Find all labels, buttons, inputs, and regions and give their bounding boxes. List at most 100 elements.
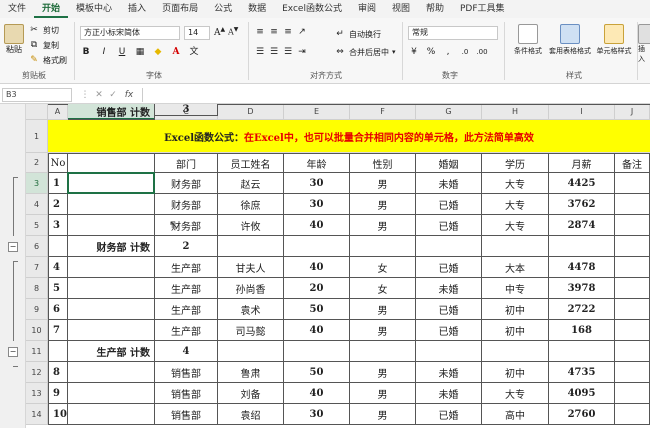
row-header[interactable]: 4	[26, 194, 48, 215]
table-cell[interactable]: 财务部	[155, 215, 218, 236]
table-cell[interactable]: 销售部	[155, 383, 218, 404]
table-cell[interactable]: 已婚	[416, 299, 482, 320]
wrap-text-button[interactable]: ↵ 自动换行	[334, 28, 381, 40]
table-cell[interactable]: 男	[350, 362, 416, 383]
subtotal-cell[interactable]	[549, 236, 615, 257]
table-cell[interactable]: 已婚	[416, 320, 482, 341]
cut-button[interactable]: ✂ 剪切	[28, 24, 59, 36]
table-header-cell[interactable]	[68, 153, 155, 173]
subtotal-cell[interactable]	[615, 236, 650, 257]
subtotal-cell[interactable]: 生产部 计数	[68, 341, 155, 362]
table-header-cell[interactable]: 学历	[482, 153, 549, 173]
table-cell[interactable]: 168	[549, 320, 615, 341]
table-cell[interactable]: 销售部	[155, 404, 218, 425]
subtotal-cell[interactable]	[218, 236, 284, 257]
subtotal-cell[interactable]	[48, 104, 68, 105]
table-cell[interactable]: 初中	[482, 320, 549, 341]
table-cell[interactable]: 大专	[482, 173, 549, 194]
table-cell[interactable]: 40	[284, 320, 350, 341]
table-cell[interactable]: 50	[284, 362, 350, 383]
table-cell[interactable]	[615, 194, 650, 215]
enter-icon[interactable]: ✓	[106, 90, 120, 100]
menu-item[interactable]: PDF工具集	[452, 0, 513, 18]
menu-item[interactable]: 视图	[384, 0, 418, 18]
menu-item[interactable]: 模板中心	[68, 0, 120, 18]
table-cell[interactable]: 4095	[549, 383, 615, 404]
thousands-button[interactable]: ,	[442, 46, 454, 58]
font-name-select[interactable]: 方正小标宋简体	[80, 26, 180, 40]
align-top-icon[interactable]: ≡	[254, 26, 266, 38]
row-header[interactable]: 9	[26, 299, 48, 320]
table-header-cell[interactable]: 婚姻	[416, 153, 482, 173]
indent-icon[interactable]: ⇥	[296, 46, 308, 58]
table-cell[interactable]	[615, 362, 650, 383]
table-cell[interactable]: 8	[48, 362, 68, 383]
font-size-select[interactable]: 14	[184, 26, 210, 40]
table-cell[interactable]	[68, 320, 155, 341]
table-cell[interactable]: 已婚	[416, 257, 482, 278]
table-cell[interactable]	[615, 257, 650, 278]
table-cell[interactable]: 4478	[549, 257, 615, 278]
subtotal-cell[interactable]: 2	[155, 236, 218, 257]
cancel-icon[interactable]: ✕	[92, 90, 106, 100]
table-cell[interactable]: 2722	[549, 299, 615, 320]
table-header-cell[interactable]: No	[48, 153, 68, 173]
column-header-j[interactable]: J	[615, 104, 650, 120]
subtotal-cell[interactable]	[482, 104, 549, 105]
table-cell[interactable]: 初中	[482, 362, 549, 383]
table-cell[interactable]: 30	[284, 404, 350, 425]
table-cell[interactable]: 男	[350, 215, 416, 236]
collapse-group-button[interactable]: −	[8, 241, 18, 252]
table-cell[interactable]: 男	[350, 194, 416, 215]
table-cell[interactable]: 许攸	[218, 215, 284, 236]
column-header-e[interactable]: E	[284, 104, 350, 120]
table-cell[interactable]: 生产部	[155, 278, 218, 299]
table-cell[interactable]	[615, 278, 650, 299]
subtotal-cell[interactable]	[284, 104, 350, 105]
table-cell[interactable]: 3	[48, 215, 68, 236]
subtotal-cell[interactable]	[284, 341, 350, 362]
row-header[interactable]: 8	[26, 278, 48, 299]
table-cell[interactable]: 1	[48, 173, 68, 194]
underline-button[interactable]: U	[116, 46, 128, 58]
table-cell[interactable]: 男	[350, 404, 416, 425]
table-cell[interactable]	[68, 299, 155, 320]
table-cell[interactable]: 大专	[482, 215, 549, 236]
align-left-icon[interactable]: ☰	[254, 46, 266, 58]
font-shrink-button[interactable]: A▼	[228, 26, 238, 37]
subtotal-cell[interactable]	[350, 104, 416, 105]
increase-decimal-button[interactable]: .0	[459, 46, 471, 58]
table-cell[interactable]: 孙尚香	[218, 278, 284, 299]
align-bottom-icon[interactable]: ≡	[282, 26, 294, 38]
subtotal-cell[interactable]	[48, 341, 68, 362]
row-header[interactable]: 12	[26, 362, 48, 383]
table-cell[interactable]	[68, 362, 155, 383]
menu-item[interactable]: 审阅	[350, 0, 384, 18]
subtotal-cell[interactable]	[416, 236, 482, 257]
table-cell[interactable]: 男	[350, 383, 416, 404]
table-cell[interactable]: 3978	[549, 278, 615, 299]
table-cell[interactable]: 生产部	[155, 299, 218, 320]
percent-button[interactable]: %	[425, 46, 437, 58]
table-cell[interactable]: 大专	[482, 383, 549, 404]
paste-button[interactable]: 粘贴	[4, 24, 24, 55]
table-cell[interactable]: 袁绍	[218, 404, 284, 425]
font-grow-button[interactable]: A▲	[214, 26, 225, 38]
column-header-h[interactable]: H	[482, 104, 549, 120]
collapse-group-button[interactable]: −	[8, 346, 18, 357]
table-cell[interactable]: 4735	[549, 362, 615, 383]
table-cell[interactable]: 未婚	[416, 383, 482, 404]
subtotal-cell[interactable]	[482, 236, 549, 257]
subtotal-cell[interactable]: 4	[155, 341, 218, 362]
column-header-a[interactable]: A	[48, 104, 68, 120]
subtotal-cell[interactable]: 销售部 计数	[68, 104, 155, 120]
table-cell[interactable]	[615, 173, 650, 194]
table-cell[interactable]	[68, 257, 155, 278]
table-cell[interactable]	[615, 383, 650, 404]
insert-cells-button[interactable]: 插入	[638, 24, 650, 64]
row-header[interactable]: 10	[26, 320, 48, 341]
table-cell[interactable]: 2	[48, 194, 68, 215]
merge-center-button[interactable]: ⇔ 合并后居中 ▾	[334, 46, 395, 58]
menu-item[interactable]: 公式	[206, 0, 240, 18]
table-cell[interactable]	[68, 404, 155, 425]
